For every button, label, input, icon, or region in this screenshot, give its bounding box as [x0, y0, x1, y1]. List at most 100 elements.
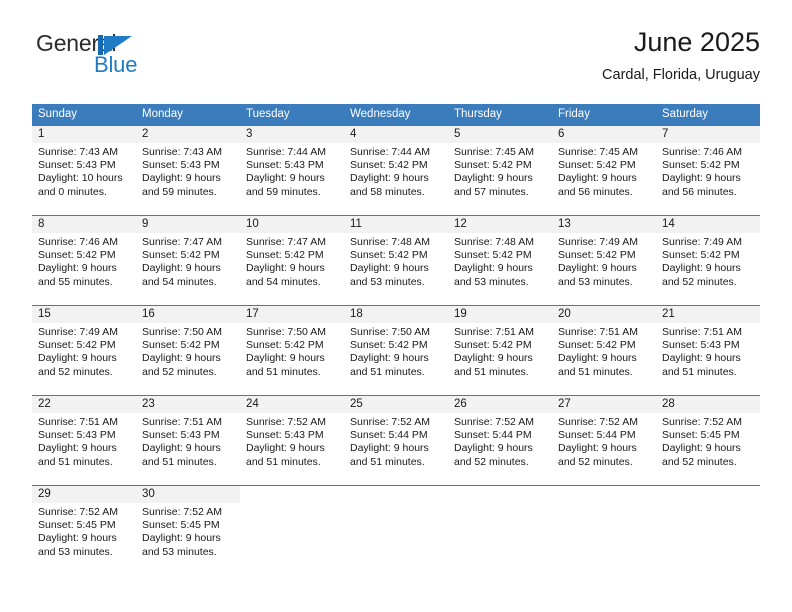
- day-cell[interactable]: 16 Sunrise: 7:50 AM Sunset: 5:42 PM Dayl…: [136, 306, 240, 395]
- daylight-text-line1: Daylight: 9 hours: [142, 442, 221, 455]
- day-cell[interactable]: 17 Sunrise: 7:50 AM Sunset: 5:42 PM Dayl…: [240, 306, 344, 395]
- day-cell[interactable]: 3 Sunrise: 7:44 AM Sunset: 5:43 PM Dayli…: [240, 126, 344, 215]
- day-cell[interactable]: 29 Sunrise: 7:52 AM Sunset: 5:45 PM Dayl…: [32, 486, 136, 575]
- day-details: Sunrise: 7:48 AM Sunset: 5:42 PM Dayligh…: [448, 233, 552, 289]
- sunset-text: Sunset: 5:43 PM: [142, 159, 220, 172]
- day-cell[interactable]: 27 Sunrise: 7:52 AM Sunset: 5:44 PM Dayl…: [552, 396, 656, 485]
- daylight-text-line2: and 55 minutes.: [38, 275, 113, 288]
- day-number: 3: [240, 126, 344, 143]
- day-details: Sunrise: 7:52 AM Sunset: 5:44 PM Dayligh…: [344, 413, 448, 469]
- daylight-text-line1: Daylight: 9 hours: [246, 172, 325, 185]
- daylight-text-line1: Daylight: 9 hours: [454, 442, 533, 455]
- day-cell[interactable]: 19 Sunrise: 7:51 AM Sunset: 5:42 PM Dayl…: [448, 306, 552, 395]
- day-number: 29: [32, 486, 136, 503]
- sunrise-text: Sunrise: 7:50 AM: [246, 326, 326, 338]
- sunrise-text: Sunrise: 7:45 AM: [454, 146, 534, 158]
- daylight-text-line1: Daylight: 9 hours: [142, 262, 221, 275]
- sunset-text: Sunset: 5:42 PM: [558, 159, 636, 172]
- sunrise-text: Sunrise: 7:46 AM: [38, 236, 118, 248]
- sunrise-text: Sunrise: 7:52 AM: [246, 416, 326, 428]
- sunset-text: Sunset: 5:43 PM: [38, 429, 116, 442]
- calendar-page: General Blue June 2025 Cardal, Florida, …: [0, 0, 792, 612]
- day-cell[interactable]: 1 Sunrise: 7:43 AM Sunset: 5:43 PM Dayli…: [32, 126, 136, 215]
- day-number: 20: [552, 306, 656, 323]
- day-cell[interactable]: 30 Sunrise: 7:52 AM Sunset: 5:45 PM Dayl…: [136, 486, 240, 575]
- sunset-text: Sunset: 5:42 PM: [350, 249, 428, 262]
- day-cell[interactable]: 5 Sunrise: 7:45 AM Sunset: 5:42 PM Dayli…: [448, 126, 552, 215]
- daylight-text-line2: and 53 minutes.: [38, 545, 113, 558]
- day-number: 26: [448, 396, 552, 413]
- day-cell[interactable]: 23 Sunrise: 7:51 AM Sunset: 5:43 PM Dayl…: [136, 396, 240, 485]
- week-row: 1 Sunrise: 7:43 AM Sunset: 5:43 PM Dayli…: [32, 125, 760, 215]
- day-cell[interactable]: 9 Sunrise: 7:47 AM Sunset: 5:42 PM Dayli…: [136, 216, 240, 305]
- day-cell[interactable]: 14 Sunrise: 7:49 AM Sunset: 5:42 PM Dayl…: [656, 216, 760, 305]
- daylight-text-line2: and 53 minutes.: [558, 275, 633, 288]
- sunrise-text: Sunrise: 7:50 AM: [350, 326, 430, 338]
- sunset-text: Sunset: 5:44 PM: [454, 429, 532, 442]
- daylight-text-line2: and 51 minutes.: [38, 455, 113, 468]
- day-number: [240, 486, 344, 503]
- sunset-text: Sunset: 5:42 PM: [558, 339, 636, 352]
- day-cell[interactable]: 13 Sunrise: 7:49 AM Sunset: 5:42 PM Dayl…: [552, 216, 656, 305]
- brand-logo[interactable]: General Blue: [32, 30, 272, 88]
- day-cell[interactable]: 21 Sunrise: 7:51 AM Sunset: 5:43 PM Dayl…: [656, 306, 760, 395]
- day-cell[interactable]: 22 Sunrise: 7:51 AM Sunset: 5:43 PM Dayl…: [32, 396, 136, 485]
- sunset-text: Sunset: 5:42 PM: [454, 159, 532, 172]
- daylight-text-line1: Daylight: 9 hours: [38, 442, 117, 455]
- daylight-text-line1: Daylight: 9 hours: [350, 442, 429, 455]
- day-details: Sunrise: 7:51 AM Sunset: 5:42 PM Dayligh…: [552, 323, 656, 379]
- sunrise-text: Sunrise: 7:49 AM: [662, 236, 742, 248]
- sunset-text: Sunset: 5:43 PM: [246, 159, 324, 172]
- daylight-text-line1: Daylight: 9 hours: [558, 442, 637, 455]
- day-cell[interactable]: 4 Sunrise: 7:44 AM Sunset: 5:42 PM Dayli…: [344, 126, 448, 215]
- day-cell[interactable]: 18 Sunrise: 7:50 AM Sunset: 5:42 PM Dayl…: [344, 306, 448, 395]
- day-number: 4: [344, 126, 448, 143]
- week-row: 15 Sunrise: 7:49 AM Sunset: 5:42 PM Dayl…: [32, 305, 760, 395]
- page-subtitle-location: Cardal, Florida, Uruguay: [602, 67, 760, 83]
- daylight-text-line2: and 52 minutes.: [38, 365, 113, 378]
- day-number: 22: [32, 396, 136, 413]
- day-cell[interactable]: 28 Sunrise: 7:52 AM Sunset: 5:45 PM Dayl…: [656, 396, 760, 485]
- daylight-text-line2: and 51 minutes.: [142, 455, 217, 468]
- week-row: 22 Sunrise: 7:51 AM Sunset: 5:43 PM Dayl…: [32, 395, 760, 485]
- day-cell[interactable]: 20 Sunrise: 7:51 AM Sunset: 5:42 PM Dayl…: [552, 306, 656, 395]
- sunset-text: Sunset: 5:43 PM: [246, 429, 324, 442]
- daylight-text-line1: Daylight: 9 hours: [350, 352, 429, 365]
- day-cell[interactable]: 6 Sunrise: 7:45 AM Sunset: 5:42 PM Dayli…: [552, 126, 656, 215]
- weekday-header-thursday: Thursday: [454, 108, 502, 120]
- day-number: 15: [32, 306, 136, 323]
- day-cell[interactable]: 2 Sunrise: 7:43 AM Sunset: 5:43 PM Dayli…: [136, 126, 240, 215]
- sunrise-text: Sunrise: 7:52 AM: [38, 506, 118, 518]
- day-cell[interactable]: 8 Sunrise: 7:46 AM Sunset: 5:42 PM Dayli…: [32, 216, 136, 305]
- day-details: Sunrise: 7:49 AM Sunset: 5:42 PM Dayligh…: [552, 233, 656, 289]
- day-cell[interactable]: 10 Sunrise: 7:47 AM Sunset: 5:42 PM Dayl…: [240, 216, 344, 305]
- sunrise-text: Sunrise: 7:51 AM: [454, 326, 534, 338]
- daylight-text-line2: and 52 minutes.: [142, 365, 217, 378]
- sunset-text: Sunset: 5:42 PM: [662, 159, 740, 172]
- daylight-text-line1: Daylight: 9 hours: [142, 172, 221, 185]
- day-cell[interactable]: 7 Sunrise: 7:46 AM Sunset: 5:42 PM Dayli…: [656, 126, 760, 215]
- day-details: Sunrise: 7:47 AM Sunset: 5:42 PM Dayligh…: [136, 233, 240, 289]
- day-cell[interactable]: 12 Sunrise: 7:48 AM Sunset: 5:42 PM Dayl…: [448, 216, 552, 305]
- day-cell[interactable]: 24 Sunrise: 7:52 AM Sunset: 5:43 PM Dayl…: [240, 396, 344, 485]
- day-details: Sunrise: 7:44 AM Sunset: 5:43 PM Dayligh…: [240, 143, 344, 199]
- daylight-text-line2: and 59 minutes.: [142, 185, 217, 198]
- day-cell[interactable]: 26 Sunrise: 7:52 AM Sunset: 5:44 PM Dayl…: [448, 396, 552, 485]
- day-number: 19: [448, 306, 552, 323]
- day-number: 8: [32, 216, 136, 233]
- day-cell-empty: [552, 486, 656, 575]
- day-number: 6: [552, 126, 656, 143]
- daylight-text-line1: Daylight: 9 hours: [350, 262, 429, 275]
- sunrise-text: Sunrise: 7:51 AM: [662, 326, 742, 338]
- day-number: [344, 486, 448, 503]
- sunrise-text: Sunrise: 7:52 AM: [142, 506, 222, 518]
- day-cell[interactable]: 25 Sunrise: 7:52 AM Sunset: 5:44 PM Dayl…: [344, 396, 448, 485]
- day-number: 7: [656, 126, 760, 143]
- sunset-text: Sunset: 5:42 PM: [350, 339, 428, 352]
- day-cell[interactable]: 11 Sunrise: 7:48 AM Sunset: 5:42 PM Dayl…: [344, 216, 448, 305]
- day-cell[interactable]: 15 Sunrise: 7:49 AM Sunset: 5:42 PM Dayl…: [32, 306, 136, 395]
- day-number: 11: [344, 216, 448, 233]
- day-number: 25: [344, 396, 448, 413]
- day-details: Sunrise: 7:51 AM Sunset: 5:42 PM Dayligh…: [448, 323, 552, 379]
- day-details: Sunrise: 7:49 AM Sunset: 5:42 PM Dayligh…: [656, 233, 760, 289]
